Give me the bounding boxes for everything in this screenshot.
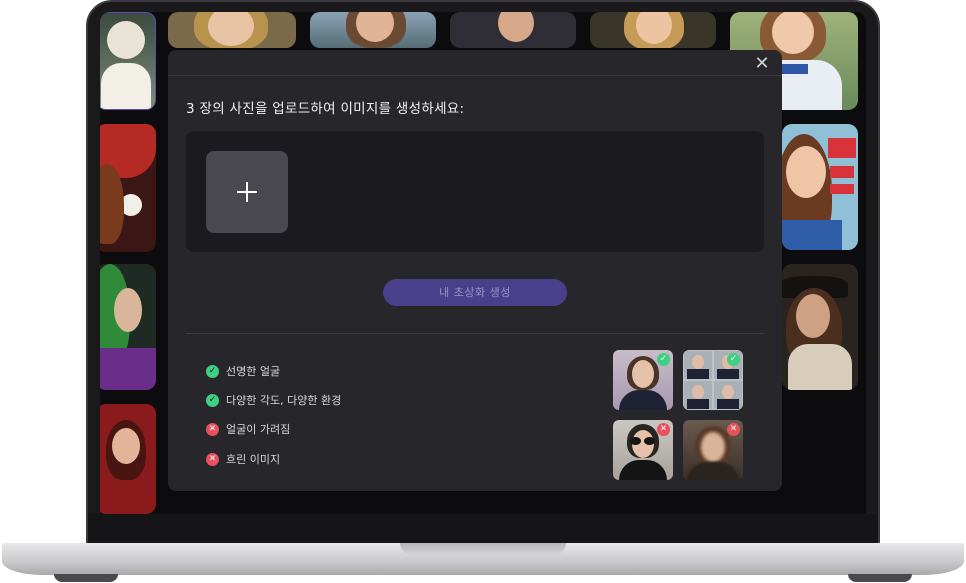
gallery-portrait-woman-blonde xyxy=(168,12,296,48)
generate-portrait-button[interactable]: 내 초상화 생성 xyxy=(383,279,567,306)
gallery-portrait-santa xyxy=(100,124,156,252)
cross-icon: ✕ xyxy=(206,453,219,466)
tip-item: ✓ 다양한 각도, 다양한 환경 xyxy=(206,393,426,409)
gallery-portrait-bride xyxy=(100,12,156,110)
tip-item: ✕ 흐린 이미지 xyxy=(206,452,426,468)
divider xyxy=(186,333,764,334)
gallery-portrait-beach xyxy=(310,12,436,48)
gallery-portrait-green-hair xyxy=(100,264,156,390)
tip-item: ✕ 얼굴이 가려짐 xyxy=(206,422,426,438)
laptop-foot-right xyxy=(848,574,912,582)
check-icon: ✓ xyxy=(206,394,219,407)
blurry-image-example: ✕ xyxy=(683,420,743,480)
gallery-portrait-graduate-2 xyxy=(590,12,716,48)
tip-item: ✓ 선명한 얼굴 xyxy=(206,364,426,380)
cross-icon: ✕ xyxy=(727,423,740,436)
laptop-chin xyxy=(88,514,878,544)
covered-face-example: ✕ xyxy=(613,420,673,480)
multiple-angles-example: ✓ xyxy=(683,350,743,410)
check-icon: ✓ xyxy=(727,353,740,366)
upload-area xyxy=(186,131,764,252)
modal-title: 3 장의 사진을 업로드하여 이미지를 생성하세요: xyxy=(186,101,465,117)
check-icon: ✓ xyxy=(206,365,219,378)
tip-label: 다양한 각도, 다양한 환경 xyxy=(226,394,342,407)
gallery-portrait-magazine xyxy=(782,124,858,250)
close-icon[interactable]: ✕ xyxy=(752,54,772,74)
clear-face-example: ✓ xyxy=(613,350,673,410)
laptop-foot-left xyxy=(54,574,118,582)
upload-photo-button[interactable] xyxy=(206,151,288,233)
laptop-notch xyxy=(400,543,566,555)
upload-modal: ✕ 3 장의 사진을 업로드하여 이미지를 생성하세요: 내 초상화 생성 ✓ … xyxy=(168,50,782,491)
check-icon: ✓ xyxy=(657,353,670,366)
gallery-portrait-graduate xyxy=(450,12,576,48)
tip-label: 얼굴이 가려짐 xyxy=(226,423,291,436)
gallery-portrait-red xyxy=(100,404,156,514)
tip-label: 선명한 얼굴 xyxy=(226,365,281,378)
tip-label: 흐린 이미지 xyxy=(226,453,281,466)
cross-icon: ✕ xyxy=(206,423,219,436)
plus-icon xyxy=(237,182,257,202)
cross-icon: ✕ xyxy=(657,423,670,436)
modal-topbar xyxy=(168,50,782,76)
gallery-portrait-pirate xyxy=(782,264,858,390)
